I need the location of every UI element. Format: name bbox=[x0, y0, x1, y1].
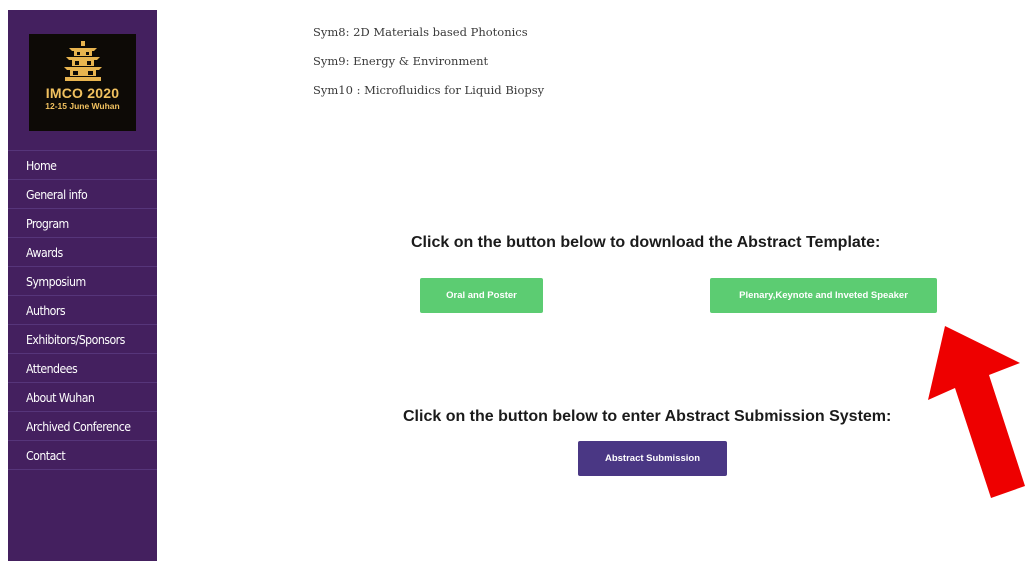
nav-item-exhibitors-sponsors[interactable]: Exhibitors/Sponsors bbox=[8, 325, 157, 354]
abstract-submission-button[interactable]: Abstract Submission bbox=[578, 441, 727, 476]
logo-date: 12-15 June Wuhan bbox=[45, 101, 120, 111]
submission-heading: Click on the button below to enter Abstr… bbox=[403, 408, 892, 425]
nav-item-label: Awards bbox=[26, 245, 63, 260]
symposium-item: Sym8: 2D Materials based Photonics bbox=[313, 25, 528, 39]
nav-item-label: Attendees bbox=[26, 361, 78, 376]
nav-item-general-info[interactable]: General info bbox=[8, 180, 157, 209]
nav-item-authors[interactable]: Authors bbox=[8, 296, 157, 325]
nav-item-label: Exhibitors/Sponsors bbox=[26, 332, 125, 347]
nav-item-label: About Wuhan bbox=[26, 390, 95, 405]
nav-item-home[interactable]: Home bbox=[8, 151, 157, 180]
pagoda-icon bbox=[63, 41, 102, 81]
symposium-item: Sym9: Energy & Environment bbox=[313, 54, 489, 68]
template-heading: Click on the button below to download th… bbox=[411, 234, 881, 251]
nav-item-awards[interactable]: Awards bbox=[8, 238, 157, 267]
symposium-item: Sym10 : Microfluidics for Liquid Biopsy bbox=[313, 83, 545, 97]
sidebar: IMCO 2020 12-15 June Wuhan Home General … bbox=[8, 10, 157, 561]
nav-item-program[interactable]: Program bbox=[8, 209, 157, 238]
main-nav: Home General info Program Awards Symposi… bbox=[8, 150, 157, 470]
nav-item-contact[interactable]: Contact bbox=[8, 441, 157, 470]
nav-item-label: Home bbox=[26, 158, 57, 173]
red-arrow-icon bbox=[928, 326, 1025, 498]
oral-poster-template-button[interactable]: Oral and Poster bbox=[420, 278, 543, 313]
logo-title: IMCO 2020 bbox=[45, 85, 120, 101]
nav-item-archived-conference[interactable]: Archived Conference bbox=[8, 412, 157, 441]
nav-item-about-wuhan[interactable]: About Wuhan bbox=[8, 383, 157, 412]
nav-item-label: Symposium bbox=[26, 274, 86, 289]
nav-item-label: Archived Conference bbox=[26, 419, 131, 434]
conference-logo[interactable]: IMCO 2020 12-15 June Wuhan bbox=[29, 34, 136, 131]
nav-item-label: General info bbox=[26, 187, 88, 202]
plenary-template-button[interactable]: Plenary,Keynote and Inveted Speaker bbox=[710, 278, 937, 313]
nav-item-label: Program bbox=[26, 216, 69, 231]
nav-item-label: Contact bbox=[26, 448, 66, 463]
nav-item-attendees[interactable]: Attendees bbox=[8, 354, 157, 383]
nav-item-symposium[interactable]: Symposium bbox=[8, 267, 157, 296]
nav-item-label: Authors bbox=[26, 303, 66, 318]
